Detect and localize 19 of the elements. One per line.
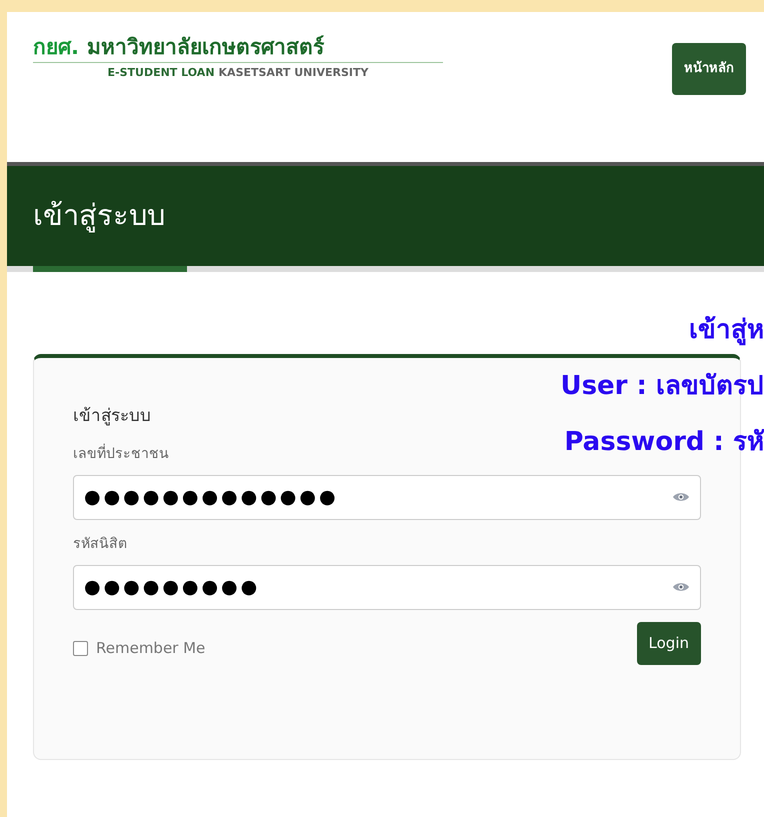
form-title: เข้าสู่ระบบ — [73, 405, 152, 428]
eye-icon[interactable] — [672, 581, 690, 593]
page-title: เข้าสู่ระบบ — [33, 197, 165, 234]
nav-tab[interactable]: หน้าหลัก — [672, 43, 746, 95]
password-field[interactable]: ●●●●●●●●●●●●● — [73, 474, 701, 520]
instruction-text: User : เลขบัตรป — [560, 370, 764, 403]
field-label: รหัสนิสิต — [73, 534, 128, 554]
instruction-text: เข้าสู่ห — [689, 314, 764, 348]
login-button[interactable]: Login — [636, 622, 701, 664]
field-label: เลขที่ประชาชน — [73, 444, 170, 464]
logo-abbr: กยศ. — [33, 34, 79, 60]
remember-checkbox[interactable] — [73, 640, 88, 656]
logo-subtitle-bold: E-STUDENT LOAN — [108, 65, 215, 82]
logo-subtitle: KASETSART UNIVERSITY — [218, 65, 368, 82]
eye-icon[interactable] — [672, 491, 690, 503]
remember-label: Remember Me — [96, 638, 206, 659]
logo-title: มหาวิทยาลัยเกษตรศาสตร์ — [86, 34, 324, 60]
password-field[interactable]: ●●●●●●●●● — [73, 564, 701, 610]
instruction-text: Password : รหั — [564, 426, 764, 459]
